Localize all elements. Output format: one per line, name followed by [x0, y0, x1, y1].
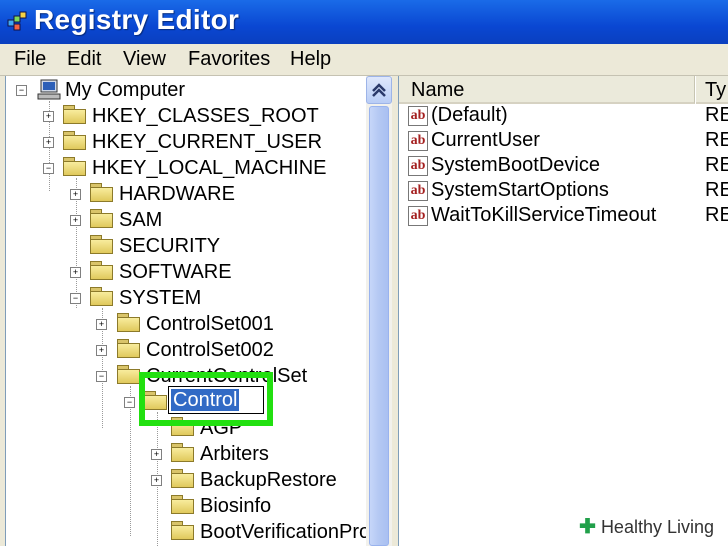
folder-icon — [63, 105, 86, 124]
menu-edit[interactable]: Edit — [67, 48, 101, 71]
folder-icon — [90, 287, 113, 306]
collapse-icon[interactable]: − — [43, 163, 54, 174]
tree-item-label[interactable]: ControlSet001 — [146, 313, 274, 336]
menu-bar: File Edit View Favorites Help — [0, 44, 728, 76]
key-tree[interactable]: − My Computer + HKEY_CLASSES_ROOT + HKEY… — [5, 76, 366, 546]
tree-item-label[interactable]: BackupRestore — [200, 469, 337, 492]
tree-item-label[interactable]: SOFTWARE — [119, 261, 232, 284]
watermark: ✚ Healthy Living — [573, 514, 722, 542]
folder-icon — [171, 495, 194, 514]
folder-icon — [90, 261, 113, 280]
plus-icon: ✚ — [579, 516, 596, 538]
folder-icon — [90, 209, 113, 228]
collapse-icon[interactable]: − — [16, 85, 27, 96]
collapse-icon[interactable]: − — [96, 371, 107, 382]
scroll-up-button[interactable] — [366, 76, 392, 104]
value-name[interactable]: SystemStartOptions — [431, 179, 609, 202]
string-value-icon: ab — [408, 206, 428, 226]
values-list[interactable]: Name Ty ab (Default) RE ab CurrentUser R… — [398, 76, 728, 546]
tree-connector — [130, 386, 131, 536]
expand-icon[interactable]: + — [70, 215, 81, 226]
tree-root-label[interactable]: My Computer — [65, 79, 185, 102]
folder-icon — [63, 157, 86, 176]
chevron-up-icon — [372, 83, 386, 97]
tree-item-label[interactable]: SECURITY — [119, 235, 220, 258]
folder-icon — [171, 469, 194, 488]
expand-icon[interactable]: + — [96, 319, 107, 330]
window-title: Registry Editor — [34, 4, 240, 35]
value-name[interactable]: SystemBootDevice — [431, 154, 600, 177]
value-name[interactable]: (Default) — [431, 104, 508, 127]
value-type: RE — [705, 179, 728, 201]
string-value-icon: ab — [408, 106, 428, 126]
tree-item-label[interactable]: SYSTEM — [119, 287, 201, 310]
expand-icon[interactable]: + — [151, 475, 162, 486]
folder-icon — [117, 365, 140, 384]
value-type: RE — [705, 204, 728, 226]
tree-item-label[interactable]: Arbiters — [200, 443, 269, 466]
highlight-box — [139, 372, 273, 426]
menu-help[interactable]: Help — [290, 48, 331, 71]
value-name[interactable]: CurrentUser — [431, 129, 540, 152]
tree-item-label[interactable]: Biosinfo — [200, 495, 271, 518]
expand-icon[interactable]: + — [70, 267, 81, 278]
tree-item-label[interactable]: HKEY_CURRENT_USER — [92, 131, 322, 154]
value-type: RE — [705, 104, 728, 126]
folder-icon — [63, 131, 86, 150]
string-value-icon: ab — [408, 181, 428, 201]
collapse-icon[interactable]: − — [124, 397, 135, 408]
string-value-icon: ab — [408, 131, 428, 151]
expand-icon[interactable]: + — [43, 137, 54, 148]
value-type: RE — [705, 129, 728, 151]
folder-icon — [117, 313, 140, 332]
tree-item-label[interactable]: HKEY_LOCAL_MACHINE — [92, 157, 327, 180]
value-name[interactable]: WaitToKillServiceTimeout — [431, 204, 656, 227]
expand-icon[interactable]: + — [70, 189, 81, 200]
menu-file[interactable]: File — [14, 48, 46, 71]
folder-icon — [90, 183, 113, 202]
expand-icon[interactable]: + — [96, 345, 107, 356]
column-header-name[interactable]: Name — [399, 76, 695, 104]
folder-icon — [117, 339, 140, 358]
watermark-text: Healthy Living — [600, 517, 714, 537]
folder-icon — [90, 235, 113, 254]
expand-icon[interactable]: + — [43, 111, 54, 122]
tree-item-label[interactable]: HARDWARE — [119, 183, 235, 206]
string-value-icon: ab — [408, 156, 428, 176]
title-bar[interactable]: Registry Editor — [0, 0, 728, 44]
scroll-thumb[interactable] — [369, 106, 389, 546]
tree-item-label[interactable]: HKEY_CLASSES_ROOT — [92, 105, 319, 128]
folder-icon — [171, 521, 194, 540]
tree-item-label[interactable]: ControlSet002 — [146, 339, 274, 362]
tree-item-label[interactable]: BootVerificationPro — [200, 521, 366, 544]
menu-favorites[interactable]: Favorites — [188, 48, 270, 71]
collapse-icon[interactable]: − — [70, 293, 81, 304]
column-header-type[interactable]: Ty — [696, 76, 728, 104]
expand-icon[interactable]: + — [151, 449, 162, 460]
folder-icon — [171, 443, 194, 462]
value-type: RE — [705, 154, 728, 176]
computer-icon — [37, 79, 61, 100]
menu-view[interactable]: View — [123, 48, 166, 71]
registry-editor-icon — [7, 11, 27, 31]
tree-item-label[interactable]: SAM — [119, 209, 162, 232]
